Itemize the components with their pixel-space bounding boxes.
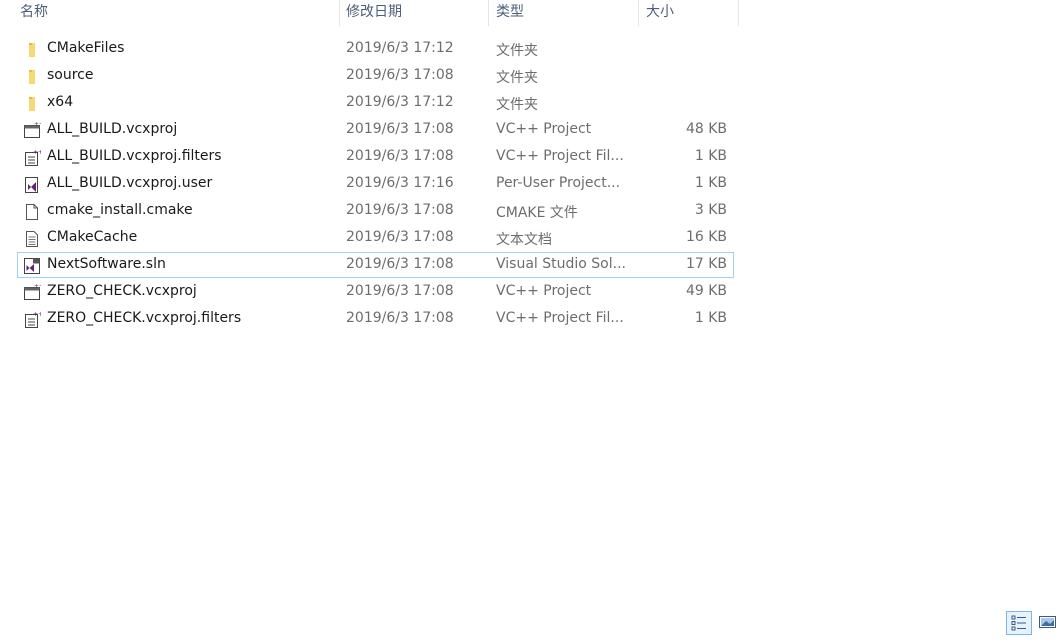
file-row[interactable]: ++ ZERO_CHECK.vcxproj 2019/6/3 17:08 VC++ P… <box>17 279 734 305</box>
file-type: Visual Studio Sol... <box>496 256 626 272</box>
svg-text:++: ++ <box>33 311 41 318</box>
folder-icon <box>23 95 41 113</box>
file-name: ZERO_CHECK.vcxproj.filters <box>47 310 242 326</box>
file-row[interactable]: ++ ALL_BUILD.vcxproj.filters 2019/6/3 17:0… <box>17 144 734 170</box>
file-name: CMakeFiles <box>47 40 125 56</box>
folder-icon <box>23 41 41 59</box>
visual-studio-icon <box>23 176 41 194</box>
file-row[interactable]: ++ ZERO_CHECK.vcxproj.filters 2019/6/3 17:… <box>17 306 734 332</box>
file-type: CMAKE 文件 <box>496 205 578 221</box>
column-header-bar: ^ 名称 修改日期 类型 大小 <box>0 0 740 26</box>
large-icons-view-icon <box>1039 616 1056 628</box>
file-date-modified: 2019/6/3 17:16 <box>346 175 454 191</box>
file-type: 文件夹 <box>496 70 538 86</box>
file-name: cmake_install.cmake <box>47 202 193 218</box>
file-row[interactable]: CMakeFiles 2019/6/3 17:12 文件夹 <box>17 36 734 62</box>
file-name: ALL_BUILD.vcxproj.user <box>47 175 213 191</box>
file-row[interactable]: NextSoftware.sln 2019/6/3 17:08 Visual Stu… <box>17 252 734 278</box>
file-row[interactable]: CMakeCache 2019/6/3 17:08 文本文档 16 KB <box>17 225 734 251</box>
column-header-size[interactable]: 大小 <box>639 0 739 26</box>
column-header-size-label: 大小 <box>646 4 674 20</box>
file-type: VC++ Project <box>496 283 592 299</box>
file-name: x64 <box>47 94 74 110</box>
blank-file-icon <box>23 203 41 221</box>
file-name: ZERO_CHECK.vcxproj <box>47 283 197 299</box>
file-name: NextSoftware.sln <box>47 256 166 272</box>
file-explorer: ^ 名称 修改日期 类型 大小 CMakeFiles 2019/6/3 17:12… <box>0 0 1057 640</box>
vcxproj-icon: ++ <box>23 121 44 140</box>
file-size: 16 KB <box>685 229 727 245</box>
vcxproj-filters-icon: ++ <box>23 311 43 329</box>
file-type: Per-User Project... <box>496 175 621 191</box>
file-type: 文本文档 <box>496 232 552 248</box>
file-size: 3 KB <box>694 202 727 218</box>
column-header-date-label: 修改日期 <box>346 4 402 20</box>
file-date-modified: 2019/6/3 17:08 <box>346 256 454 272</box>
file-size: 1 KB <box>694 148 727 164</box>
file-row[interactable]: ALL_BUILD.vcxproj.user 2019/6/3 17:16 Per-… <box>17 171 734 197</box>
file-size: 1 KB <box>694 310 727 326</box>
file-row[interactable]: x64 2019/6/3 17:12 文件夹 <box>17 90 734 116</box>
vcxproj-icon: ++ <box>23 283 44 302</box>
vcxproj-filters-icon: ++ <box>23 149 43 167</box>
svg-text:++: ++ <box>33 149 41 156</box>
file-date-modified: 2019/6/3 17:08 <box>346 202 454 218</box>
file-row[interactable]: source 2019/6/3 17:08 文件夹 <box>17 63 734 89</box>
file-type: VC++ Project <box>496 121 592 137</box>
file-size: 1 KB <box>694 175 727 191</box>
file-size: 49 KB <box>685 283 727 299</box>
file-row[interactable]: ++ ALL_BUILD.vcxproj 2019/6/3 17:08 VC++ Pr… <box>17 117 734 143</box>
file-date-modified: 2019/6/3 17:08 <box>346 283 454 299</box>
column-header-name[interactable]: 名称 <box>0 0 340 26</box>
file-size: 48 KB <box>685 121 727 137</box>
file-size: 17 KB <box>685 256 727 272</box>
column-header-name-label: 名称 <box>20 4 48 20</box>
column-header-date[interactable]: 修改日期 <box>340 0 489 26</box>
file-name: ALL_BUILD.vcxproj.filters <box>47 148 222 164</box>
details-view-button[interactable] <box>1006 611 1032 635</box>
svg-text:++: ++ <box>34 284 41 290</box>
file-row[interactable]: cmake_install.cmake 2019/6/3 17:08 CMAKE 文… <box>17 198 734 224</box>
solution-file-icon <box>23 257 41 275</box>
file-date-modified: 2019/6/3 17:08 <box>346 229 454 245</box>
file-type: VC++ Project Fil... <box>496 148 624 164</box>
file-date-modified: 2019/6/3 17:08 <box>346 67 454 83</box>
file-type: 文件夹 <box>496 43 538 59</box>
column-header-type-label: 类型 <box>496 4 524 20</box>
file-type: VC++ Project Fil... <box>496 310 624 326</box>
svg-text:++: ++ <box>34 122 41 128</box>
column-header-type[interactable]: 类型 <box>489 0 639 26</box>
folder-icon <box>23 68 41 86</box>
file-date-modified: 2019/6/3 17:08 <box>346 310 454 326</box>
file-date-modified: 2019/6/3 17:12 <box>346 40 454 56</box>
file-date-modified: 2019/6/3 17:08 <box>346 121 454 137</box>
file-date-modified: 2019/6/3 17:12 <box>346 94 454 110</box>
file-type: 文件夹 <box>496 97 538 113</box>
file-date-modified: 2019/6/3 17:08 <box>346 148 454 164</box>
details-view-icon <box>1011 615 1026 631</box>
file-name: CMakeCache <box>47 229 138 245</box>
file-name: source <box>47 67 94 83</box>
file-name: ALL_BUILD.vcxproj <box>47 121 178 137</box>
text-file-icon <box>23 230 41 248</box>
large-icons-view-button[interactable] <box>1036 611 1057 635</box>
